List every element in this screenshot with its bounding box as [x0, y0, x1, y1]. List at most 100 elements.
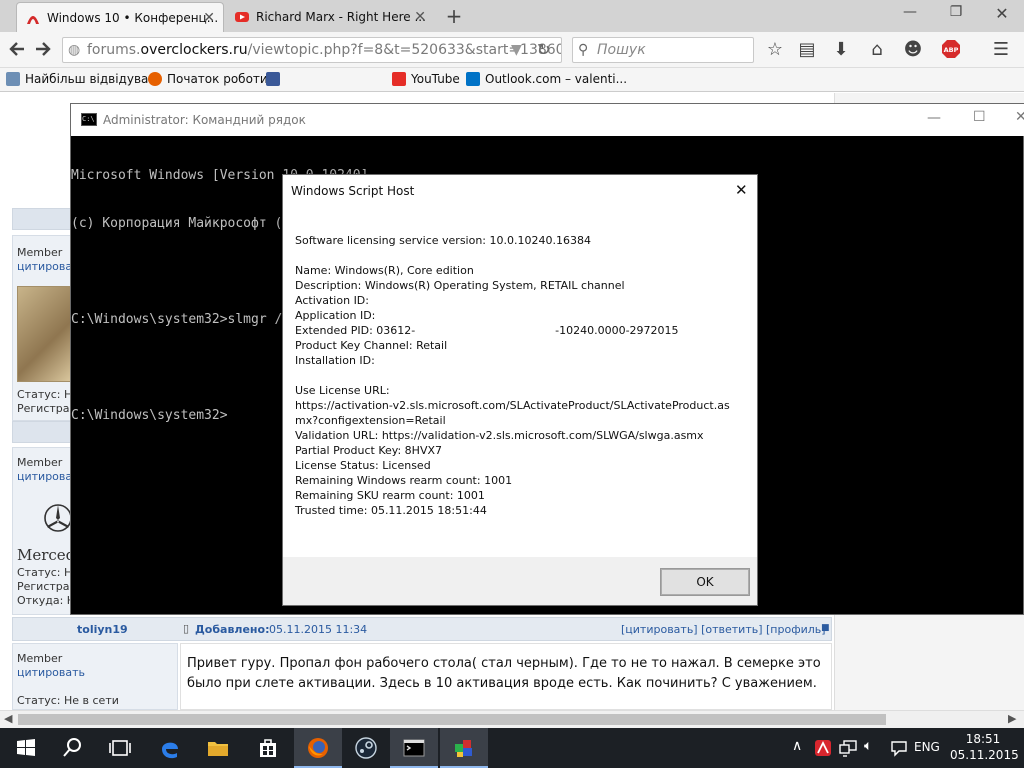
- bookmark-label: YouTube: [411, 72, 460, 86]
- search-placeholder: Пошук: [597, 42, 646, 58]
- dialog-close-button[interactable]: ✕: [735, 181, 748, 199]
- store-icon[interactable]: [256, 736, 280, 760]
- clock[interactable]: 18:51 05.11.2015: [950, 731, 1019, 763]
- scroll-right-icon[interactable]: ▶: [1008, 712, 1016, 725]
- dialog-message: Software licensing service version: 10.0…: [295, 234, 730, 517]
- windows-start-icon[interactable]: [14, 736, 38, 760]
- search-input[interactable]: ⚲ Пошук: [572, 37, 754, 63]
- reload-icon[interactable]: ↻: [537, 38, 550, 62]
- location-text: Откуда: Н: [17, 594, 76, 607]
- post-author[interactable]: toliyn19: [77, 623, 128, 636]
- cmd-maximize-button[interactable]: ☐: [973, 109, 986, 125]
- member-role: Member: [17, 246, 63, 259]
- facebook-icon: [266, 72, 280, 86]
- home-button[interactable]: ⌂: [866, 39, 888, 60]
- svg-text:ABP: ABP: [944, 46, 959, 54]
- adblock-icon[interactable]: ABP: [940, 39, 962, 64]
- language-indicator[interactable]: ENG: [914, 740, 940, 754]
- registered-text: Регистрац: [17, 402, 77, 415]
- dropdown-icon[interactable]: ▼: [511, 38, 522, 62]
- firefox-icon[interactable]: [306, 736, 330, 760]
- bookmark-label: Outlook.com – valenti...: [485, 72, 628, 86]
- clock-date: 05.11.2015: [950, 748, 1019, 762]
- tab-strip: Windows 10 • Конференц... ✕ Richard Marx…: [0, 0, 1024, 32]
- post-anchor-icon: ■: [821, 623, 830, 633]
- bookmarks-bar: Найбільш відвідувані Початок роботи YouT…: [0, 68, 1024, 92]
- avatar: [17, 286, 71, 382]
- scroll-left-icon[interactable]: ◀: [4, 712, 12, 725]
- member-role: Member: [17, 456, 63, 469]
- bookmark-star-button[interactable]: ☆: [764, 39, 786, 60]
- url-prefix: forums.: [87, 42, 141, 58]
- post-header: toliyn19 ▯ Добавлено: 05.11.2015 11:34 […: [12, 617, 832, 641]
- network-icon[interactable]: [838, 739, 858, 757]
- status-text: Статус: Н: [17, 388, 73, 401]
- navigation-bar: ◍ forums.overclockers.ru/viewtopic.php?f…: [0, 32, 1024, 68]
- cmd-minimize-button[interactable]: —: [927, 110, 941, 126]
- horizontal-scrollbar[interactable]: ◀ ▶: [0, 710, 1024, 728]
- bookmark-outlook[interactable]: Outlook.com – valenti...: [466, 72, 627, 86]
- edge-icon[interactable]: [158, 736, 182, 760]
- download-button[interactable]: ⬇: [830, 39, 852, 60]
- status-text: Статус: Н: [17, 566, 73, 579]
- bookmark-label: Початок роботи: [167, 72, 268, 86]
- reading-list-button[interactable]: ▤: [796, 39, 818, 60]
- tab-title: Windows 10 • Конференц...: [47, 10, 219, 25]
- cmd-close-button[interactable]: ✕: [1015, 109, 1024, 125]
- tab-youtube[interactable]: Richard Marx - Right Here ... ✕: [226, 2, 434, 32]
- volume-icon[interactable]: 🔈︎: [864, 738, 872, 754]
- member-role: Member: [17, 652, 63, 665]
- forward-arrow-icon: [36, 42, 51, 56]
- back-arrow-icon: [9, 42, 24, 56]
- forward-button[interactable]: [32, 39, 54, 64]
- close-window-button[interactable]: ✕: [982, 4, 1022, 23]
- task-view-icon[interactable]: [108, 736, 132, 760]
- post-date: 05.11.2015 11:34: [269, 623, 368, 636]
- bookmark-youtube[interactable]: YouTube: [392, 72, 460, 86]
- restore-button[interactable]: ❐: [936, 4, 976, 20]
- antivirus-icon[interactable]: [814, 739, 832, 757]
- status-text: Статус: Не в сети: [17, 694, 119, 707]
- outlook-icon: [466, 72, 480, 86]
- minimize-button[interactable]: —: [890, 4, 930, 20]
- cmd-title: Administrator: Командний рядок: [103, 113, 306, 127]
- tab-title: Richard Marx - Right Here ...: [256, 10, 426, 24]
- url-domain: overclockers.ru: [140, 42, 248, 58]
- notification-icon[interactable]: [890, 739, 908, 757]
- close-icon[interactable]: ✕: [203, 10, 215, 26]
- bookmark-most-visited[interactable]: Найбільш відвідувані: [6, 72, 160, 86]
- globe-icon: ◍: [68, 42, 81, 58]
- smiley-icon[interactable]: ☻: [902, 39, 924, 60]
- taskbar: ∧ 🔈︎ ENG 18:51 05.11.2015: [0, 728, 1024, 768]
- file-explorer-icon[interactable]: [206, 736, 230, 760]
- bookmark-label: Найбільш відвідувані: [25, 72, 160, 86]
- post-actions[interactable]: [цитировать] [ответить] [профиль]: [621, 623, 826, 636]
- youtube-icon: [235, 12, 249, 22]
- cmd-title-bar[interactable]: C:\ Administrator: Командний рядок — ☐ ✕: [71, 104, 1024, 136]
- command-prompt-icon[interactable]: [402, 736, 426, 760]
- scrollbar-thumb[interactable]: [18, 714, 886, 725]
- bookmark-getting-started[interactable]: Початок роботи: [148, 72, 268, 86]
- mercedes-logo-icon: [44, 504, 72, 532]
- search-icon[interactable]: [60, 736, 84, 760]
- script-host-icon[interactable]: [452, 736, 476, 760]
- back-button[interactable]: [6, 39, 28, 64]
- tab-forum[interactable]: Windows 10 • Конференц... ✕: [16, 2, 224, 32]
- youtube-icon: [392, 72, 406, 86]
- post-added-label: Добавлено:: [195, 623, 270, 636]
- new-tab-button[interactable]: +: [444, 4, 464, 28]
- search-icon: ⚲: [578, 42, 589, 58]
- ok-button[interactable]: OK: [660, 568, 750, 596]
- cmd-icon: C:\: [81, 113, 97, 126]
- menu-button[interactable]: ☰: [990, 39, 1012, 60]
- bookmark-facebook[interactable]: [266, 72, 285, 86]
- opera-icon: [27, 15, 39, 24]
- dialog-title: Windows Script Host: [291, 184, 415, 198]
- show-hidden-icons[interactable]: ∧: [792, 738, 802, 754]
- quote-link[interactable]: цитировать: [17, 666, 85, 679]
- steam-icon[interactable]: [354, 736, 378, 760]
- script-host-dialog[interactable]: Windows Script Host ✕ Software licensing…: [282, 174, 758, 606]
- post-text-line: Привет гуру. Пропал фон рабочего стола( …: [187, 656, 821, 671]
- close-icon[interactable]: ✕: [414, 9, 426, 25]
- address-bar[interactable]: ◍ forums.overclockers.ru/viewtopic.php?f…: [62, 37, 562, 63]
